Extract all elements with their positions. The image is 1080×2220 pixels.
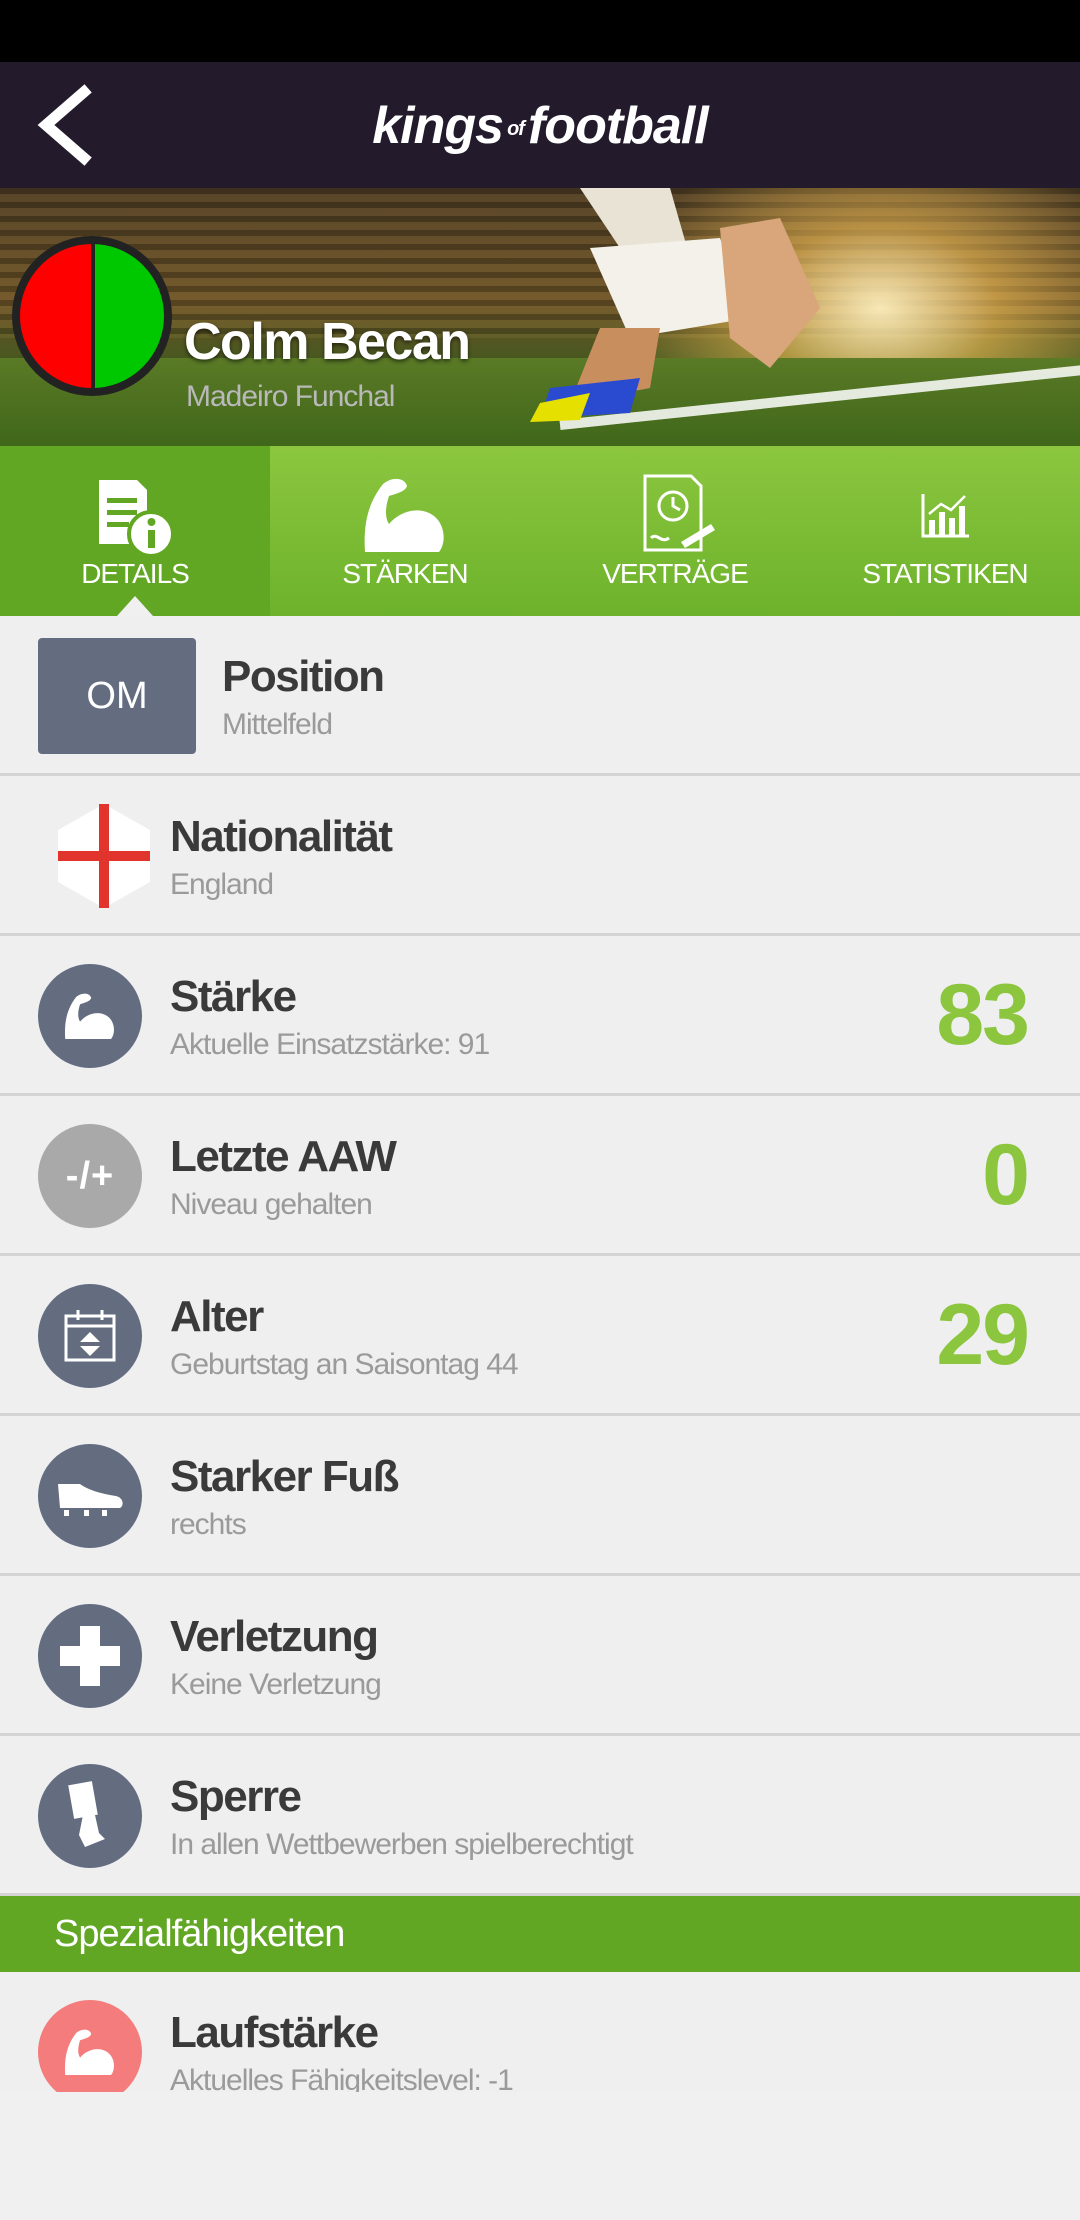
tab-bar: DETAILS STÄRKEN VERTRÄGE STATISTIKEN [0,446,1080,616]
app-logo: kings offootball [372,97,708,155]
football-boot-icon [58,1484,123,1516]
nationality-title: Nationalität [170,812,393,861]
calendar-icon [64,1310,116,1362]
strength-icon-circle [38,964,142,1068]
tab-staerken[interactable]: STÄRKEN [270,446,540,616]
tab-details[interactable]: DETAILS [0,446,270,616]
document-info-icon [99,480,175,558]
flexed-arm-icon [64,993,114,1039]
bottom-area [0,2092,1080,2220]
last-aaw-value: 0 [982,1127,1030,1223]
card-hand-icon [68,1781,105,1847]
injury-row: Verletzung Keine Verletzung [0,1576,1080,1736]
skill-icon-circle [38,2000,142,2092]
skill-title: Laufstärke [170,2008,379,2057]
england-flag-icon [58,804,150,908]
tab-statistiken-label: STATISTIKEN [862,558,1028,589]
suspension-value: In allen Wettbewerben spielberechtigt [170,1828,634,1861]
strong-foot-value: rechts [170,1508,247,1541]
plus-minus-icon: -/+ [65,1154,115,1197]
flexed-arm-icon [64,2029,114,2075]
tab-staerken-label: STÄRKEN [342,558,468,589]
position-title: Position [222,652,385,701]
strength-sub: Aktuelle Einsatzstärke: 91 [170,1028,490,1061]
skill-row[interactable]: Laufstärke Aktuelles Fähigkeitslevel: -1 [0,1972,1080,2092]
injury-icon-circle [38,1604,142,1708]
age-icon-circle [38,1284,142,1388]
player-photo [530,188,820,422]
contract-clock-icon [643,474,715,552]
player-name: Colm Becan [184,313,471,371]
skill-sub: Aktuelles Fähigkeitslevel: -1 [170,2064,514,2092]
last-aaw-row[interactable]: -/+ Letzte AAW Niveau gehalten 0 [0,1096,1080,1256]
last-aaw-sub: Niveau gehalten [170,1188,373,1221]
last-aaw-title: Letzte AAW [170,1132,397,1181]
injury-title: Verletzung [170,1612,379,1661]
suspension-title: Sperre [170,1772,302,1821]
strength-value: 83 [936,967,1030,1063]
aaw-icon-circle: -/+ [38,1124,142,1228]
strong-foot-title: Starker Fuß [170,1452,400,1501]
nationality-row: Nationalität England [0,776,1080,936]
foot-icon-circle [38,1444,142,1548]
injury-value: Keine Verletzung [170,1668,382,1701]
age-sub: Geburtstag an Saisontag 44 [170,1348,519,1381]
flexed-arm-icon [364,478,444,552]
strength-row[interactable]: Stärke Aktuelle Einsatzstärke: 91 83 [0,936,1080,1096]
medical-cross-icon [60,1626,120,1686]
tab-vertraege[interactable]: VERTRÄGE [540,446,810,616]
position-badge: OM [38,638,196,754]
details-list: OM Position Mittelfeld Nationalität Engl… [0,616,1080,2092]
age-row[interactable]: Alter Geburtstag an Saisontag 44 29 [0,1256,1080,1416]
position-row: OM Position Mittelfeld [0,616,1080,776]
age-title: Alter [170,1292,264,1341]
suspension-icon-circle [38,1764,142,1868]
age-value: 29 [936,1287,1030,1383]
tab-statistiken[interactable]: STATISTIKEN [810,446,1080,616]
position-value: Mittelfeld [222,708,333,741]
nationality-value: England [170,868,274,901]
club-badge [12,236,172,396]
player-club: Madeiro Funchal [186,380,395,413]
tab-vertraege-label: VERTRÄGE [602,558,749,589]
app-header: kings offootball [0,62,1080,188]
strength-title: Stärke [170,972,297,1021]
bar-chart-icon [921,494,969,538]
special-abilities-header: Spezialfähigkeiten [0,1896,1080,1972]
strong-foot-row: Starker Fuß rechts [0,1416,1080,1576]
suspension-row: Sperre In allen Wettbewerben spielberech… [0,1736,1080,1896]
status-bar [0,0,1080,62]
active-tab-pointer [117,596,153,616]
tab-details-label: DETAILS [81,558,190,589]
